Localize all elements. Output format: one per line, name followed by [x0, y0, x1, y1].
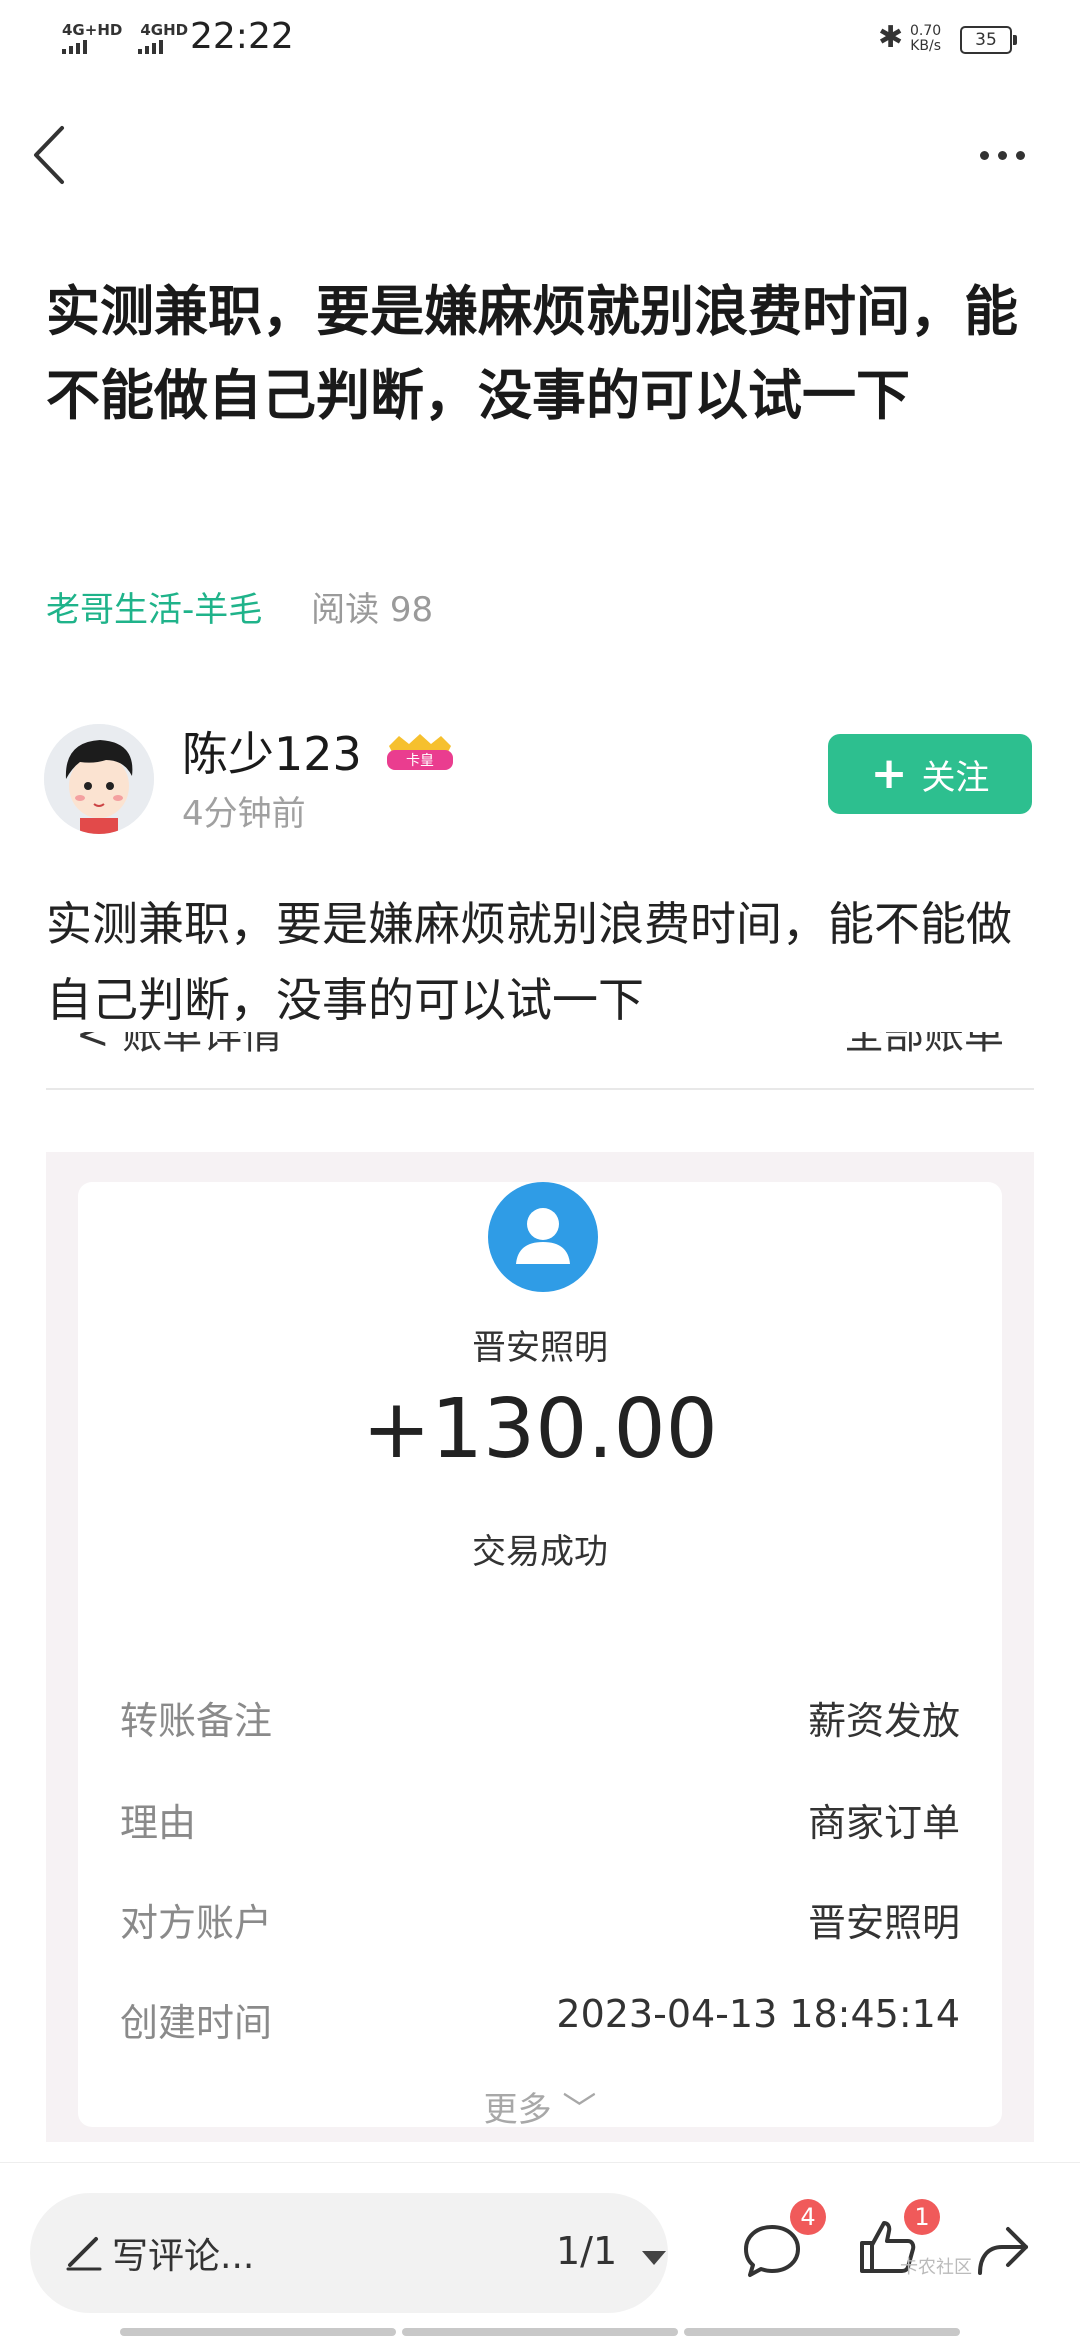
share-icon [978, 2227, 1028, 2275]
badge-label: 卡皇 [406, 753, 434, 769]
post-meta: 老哥生活-羊毛 阅读 98 [46, 582, 433, 631]
network-label-2: 4GHD [140, 21, 189, 39]
battery-icon: 35 [960, 26, 1017, 54]
follow-label: 关注 [921, 757, 990, 798]
network-label-1: 4G+HD [62, 21, 123, 39]
plus-icon: + [870, 748, 908, 799]
dot-icon [980, 150, 989, 160]
watermark: 卡农社区 [900, 2257, 972, 2278]
transaction-status: 交易成功 [472, 1532, 608, 1572]
status-bar: 4G+HD 4GHD 22:22 ✱ 0.70 KB/s 35 [0, 0, 1080, 80]
home-indicator-segment [402, 2328, 678, 2336]
detail-row: 理由 商家订单 [120, 1792, 960, 1847]
detail-value: 商家订单 [807, 1801, 960, 1845]
home-indicator-segment [684, 2328, 960, 2336]
network-indicators: 4G+HD 4GHD [62, 22, 188, 54]
caret-down-icon[interactable] [642, 2251, 666, 2265]
comment-placeholder: 写评论... [112, 2236, 255, 2277]
person-glyph-icon [516, 1208, 570, 1264]
page-indicator[interactable]: 1/1 [556, 2229, 617, 2273]
author-name[interactable]: 陈少123 [182, 718, 362, 784]
back-button[interactable] [30, 120, 70, 190]
signal-icon-2 [138, 40, 163, 54]
clock: 22:22 [190, 16, 294, 57]
detail-value: 2023-04-13 18:45:14 [556, 1992, 960, 2036]
share-button[interactable] [968, 2219, 1038, 2289]
comment-input[interactable]: 写评论... 1/1 [30, 2193, 668, 2313]
dot-icon [998, 150, 1007, 160]
home-indicator-segment [120, 2328, 396, 2336]
category-link[interactable]: 老哥生活-羊毛 [46, 590, 262, 630]
speed-value: 0.70 [910, 23, 942, 39]
network-speed: 0.70 KB/s [910, 24, 941, 54]
image-header-left: < 账单详情 [76, 1032, 283, 1058]
more-options-button[interactable] [980, 140, 1040, 170]
image-header: < 账单详情 全部账单 [46, 1032, 1034, 1090]
bluetooth-icon: ✱ [878, 20, 904, 55]
detail-key: 创建时间 [120, 2001, 273, 2045]
crown-badge-icon: 卡皇 [387, 734, 453, 770]
home-indicator [120, 2328, 960, 2336]
detail-row: 创建时间 2023-04-13 18:45:14 [120, 1992, 960, 2047]
follow-button[interactable]: + 关注 [828, 734, 1032, 814]
bill-card: 晋安照明 +130.00 交易成功 转账备注 薪资发放 理由 商家订单 对方账户… [78, 1182, 1002, 2130]
detail-row: 对方账户 晋安照明 [120, 1892, 960, 1947]
post-time: 4分钟前 [182, 794, 306, 834]
transaction-amount: +130.00 [362, 1382, 718, 1477]
pencil-icon [66, 2237, 102, 2271]
author-badge: 卡皇 [383, 732, 457, 772]
detail-key: 对方账户 [120, 1901, 273, 1945]
payee-name: 晋安照明 [472, 1328, 608, 1368]
comment-count-badge: 4 [790, 2199, 826, 2235]
detail-row: 转账备注 薪资发放 [120, 1690, 960, 1745]
post-title: 实测兼职，要是嫌麻烦就别浪费时间，能不能做自己判断，没事的可以试一下 [46, 280, 1018, 427]
chevron-left-icon [34, 126, 64, 184]
person-icon [488, 1182, 598, 1292]
read-count: 阅读 98 [311, 590, 434, 630]
image-header-right: 全部账单 [844, 1032, 1004, 1058]
post-body: 实测兼职，要是嫌麻烦就别浪费时间，能不能做自己判断，没事的可以试一下 [46, 897, 1012, 1027]
avatar-cartoon-icon [44, 724, 154, 834]
detail-key: 转账备注 [120, 1699, 273, 1743]
more-details: 更多 ﹀ [483, 2090, 597, 2130]
dot-icon [1016, 150, 1025, 160]
detail-value: 薪资发放 [807, 1699, 960, 1743]
detail-value: 晋安照明 [807, 1901, 960, 1945]
detail-key: 理由 [120, 1801, 197, 1845]
post-image[interactable]: < 账单详情 全部账单 晋安照明 +130.00 交易成功 转账备注 薪资发放 … [46, 1032, 1034, 2162]
bottom-action-bar: 写评论... 1/1 4 1 卡农社区 [0, 2162, 1080, 2341]
speed-unit: KB/s [910, 38, 941, 54]
like-count-badge: 1 [904, 2199, 940, 2235]
signal-icon [62, 40, 87, 54]
avatar[interactable] [44, 724, 154, 834]
